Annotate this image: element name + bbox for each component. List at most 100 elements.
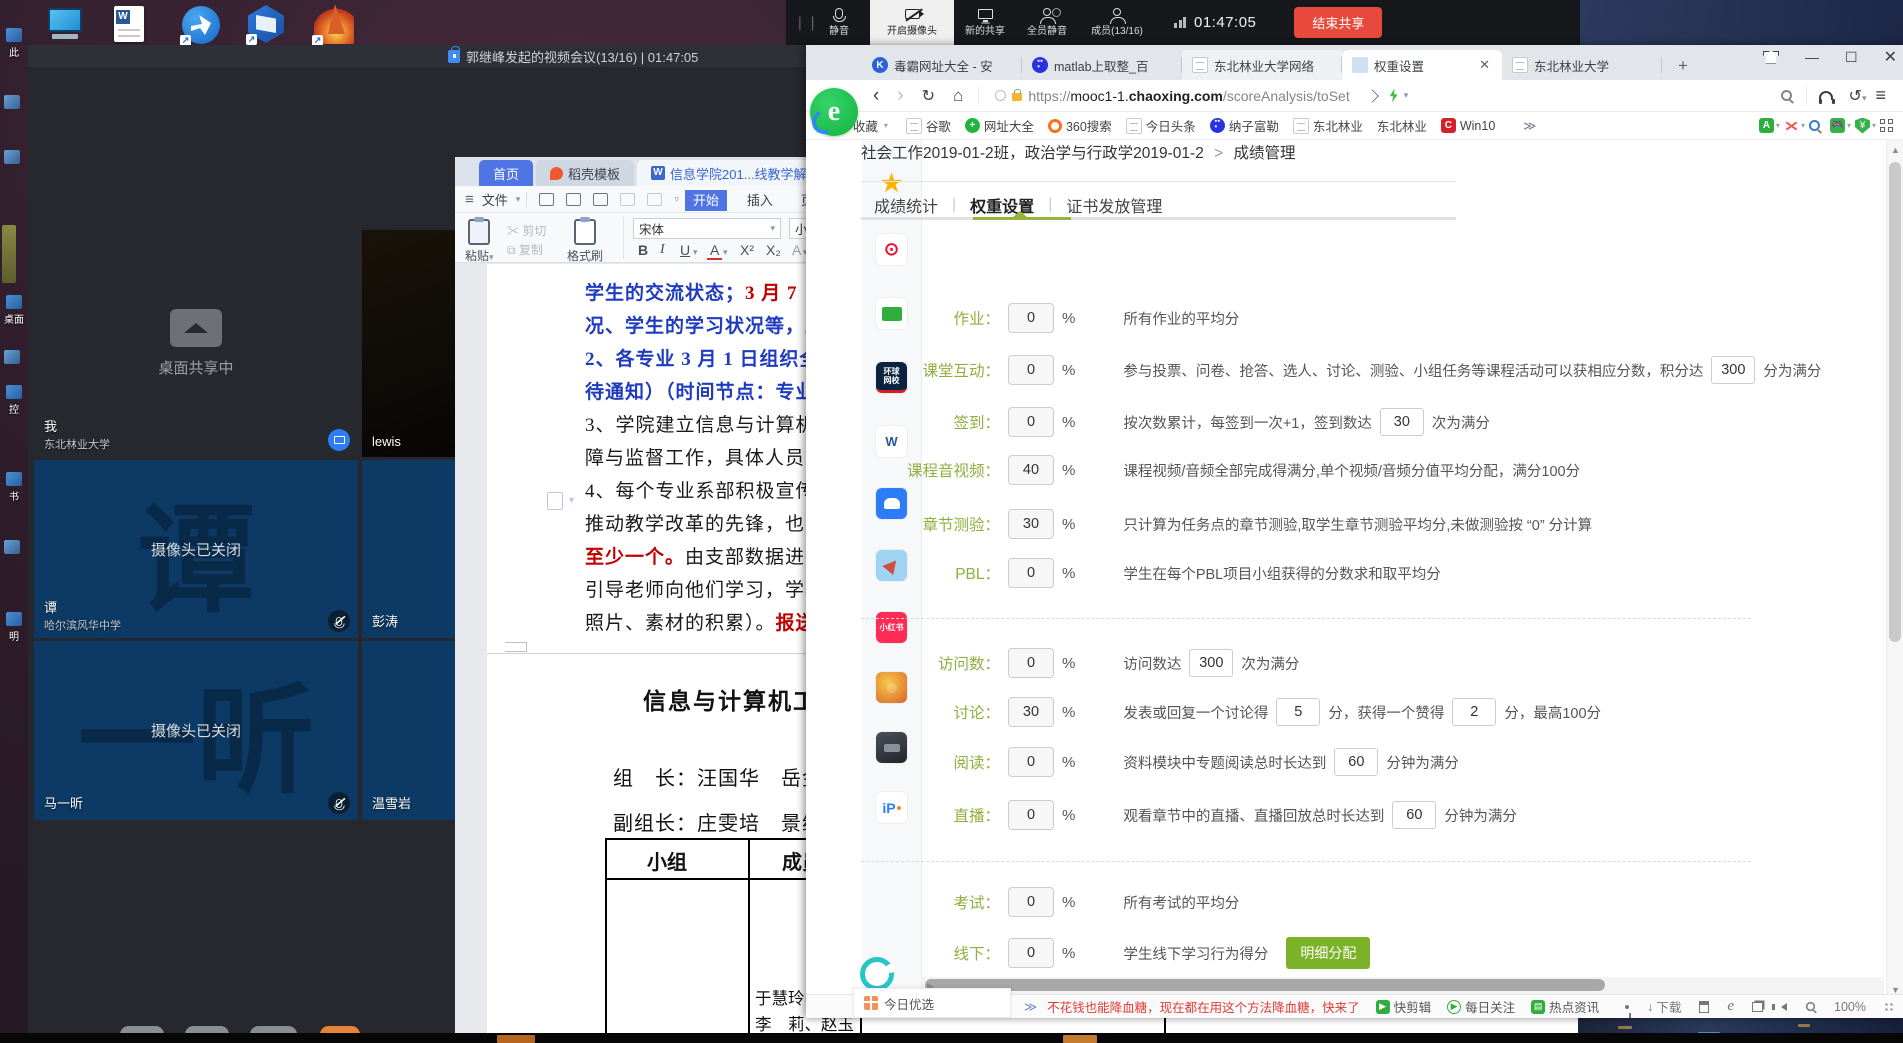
undo-icon[interactable] [620, 193, 635, 206]
weight-value-input[interactable]: 0 [1008, 648, 1054, 678]
desc-value-input[interactable]: 5 [1276, 698, 1320, 726]
desktop-icon-matlab[interactable]: ↗ [314, 4, 354, 44]
download-button[interactable]: ↓ 下载 [1638, 997, 1690, 1016]
weight-value-input[interactable]: 0 [1008, 800, 1054, 830]
bookmark-东北林业[interactable]: 东北林业 [1377, 116, 1427, 135]
close-button[interactable]: ✕ [1884, 47, 1897, 67]
print-icon[interactable] [566, 193, 581, 206]
score-tab-成绩统计[interactable]: 成绩统计 [874, 193, 938, 217]
desktop-icon-this-pc[interactable] [48, 8, 82, 39]
print-preview-icon[interactable] [593, 193, 608, 206]
bookmark-今日头条[interactable]: 今日头条 [1126, 116, 1196, 135]
wps-menu-file[interactable]: 文件 [474, 187, 516, 212]
forward-button[interactable]: › [888, 85, 912, 107]
paste-button[interactable]: 粘贴▾ [465, 219, 494, 264]
desktop-edge-icon[interactable]: 桌面 [1, 295, 27, 326]
bold-button[interactable]: B [635, 242, 651, 258]
font-family-select[interactable]: 宋体▾ [633, 218, 781, 239]
desktop-icon-word-document[interactable]: W [114, 6, 144, 42]
detail-allocate-button[interactable]: 明细分配 [1286, 937, 1370, 969]
search-extension-icon[interactable] [1809, 120, 1820, 131]
desktop-edge-icon[interactable]: 此 [1, 28, 27, 59]
copy-button[interactable]: ⧉ 复制 [507, 241, 543, 258]
desktop-edge-icon[interactable] [2, 225, 16, 283]
status-tool-快剪辑[interactable]: ▶快剪辑 [1376, 997, 1432, 1016]
desc-value-input[interactable]: 300 [1711, 356, 1755, 384]
vertical-scrollbar[interactable]: ▲ ▼ [1886, 140, 1903, 1000]
status-ad-link[interactable]: 不花钱也能降血糖，现在都在用这个方法降血糖，快来了 [1047, 997, 1360, 1016]
desktop-edge-icon[interactable]: 书 [1, 472, 27, 503]
weight-value-input[interactable]: 0 [1008, 558, 1054, 588]
share-page-icon[interactable] [1365, 89, 1379, 103]
bookmark-360搜索[interactable]: 360搜索 [1048, 116, 1112, 135]
save-icon[interactable] [539, 193, 554, 206]
zoom-search-icon[interactable] [1796, 1001, 1825, 1012]
status-tool-每日关注[interactable]: ▶每日关注 [1447, 997, 1515, 1016]
bookmark-谷歌[interactable]: 谷歌 [906, 116, 951, 135]
refresh-button[interactable]: ↻ [913, 86, 944, 106]
extensions-grid-icon[interactable] [1880, 119, 1893, 132]
bookmark-Win10[interactable]: CWin10 [1441, 118, 1495, 133]
browser-tab-3[interactable]: 东北林业大学网络 [1182, 50, 1342, 80]
video-tile-谭[interactable]: 谭摄像头已关闭谭哈尔滨风华中学 [34, 460, 358, 638]
new-tab-button[interactable]: + [1672, 56, 1694, 80]
xiaohongshu-icon[interactable]: 小红书 [876, 612, 907, 643]
taskbar-app-indicator[interactable] [1063, 1035, 1097, 1043]
desc-value-input[interactable]: 60 [1392, 801, 1436, 829]
headset-icon[interactable] [1819, 91, 1833, 100]
desktop-icon-app-blue-round[interactable]: ↗ [182, 6, 220, 44]
underline-button[interactable]: U [677, 242, 693, 258]
superscript-button[interactable]: X² [737, 242, 757, 258]
weight-value-input[interactable]: 0 [1008, 887, 1054, 917]
wallet-extension-icon[interactable]: ¥ [1855, 118, 1870, 134]
flag-icon[interactable] [1690, 1001, 1718, 1013]
video-tile-马一昕[interactable]: 一昕摄像头已关闭马一昕 [34, 641, 358, 820]
desc-value-input[interactable]: 60 [1334, 748, 1378, 776]
score-tab-证书发放管理[interactable]: 证书发放管理 [1066, 193, 1162, 217]
weight-value-input[interactable]: 0 [1008, 938, 1054, 968]
daily-deal-popup[interactable]: 今日优选 [853, 988, 1011, 1018]
back-button[interactable]: ‹ [864, 85, 888, 107]
desktop-edge-icon[interactable]: 控 [1, 385, 27, 416]
cut-button[interactable]: ✂ 剪切 [507, 222, 546, 239]
mute-all-button[interactable]: 全员静音 [1016, 0, 1078, 45]
home-button[interactable]: ⌂ [944, 86, 972, 106]
hamburger-icon[interactable]: ≡ [465, 191, 474, 208]
screenshot-extension-icon[interactable] [1784, 119, 1799, 133]
wps-menu-插入[interactable]: 插入 [739, 190, 781, 211]
browser-tab-4[interactable]: 权重设置✕ [1342, 50, 1502, 80]
weight-value-input[interactable]: 0 [1008, 407, 1054, 437]
browser-tab-1[interactable]: K毒霸网址大全 - 安 [862, 50, 1022, 80]
menu-icon[interactable]: ≡ [1866, 85, 1895, 106]
taskbar-app-indicator[interactable] [497, 1035, 535, 1043]
browser-tab-2[interactable]: ⠍matlab上取整_百 [1022, 50, 1182, 80]
desc-value-input[interactable]: 300 [1189, 649, 1233, 677]
desktop-edge-icon[interactable]: 明 [1, 612, 27, 643]
window-layout-icon[interactable] [1743, 1002, 1772, 1012]
weibo-icon[interactable]: ⊙ [876, 234, 907, 265]
video-tile-我[interactable]: 桌面共享中我东北林业大学 [34, 230, 358, 457]
ie-mode-icon[interactable]: e [1718, 998, 1743, 1015]
weight-value-input[interactable]: 40 [1008, 455, 1054, 485]
wps-tab-docer[interactable]: 稻壳模板 [536, 160, 634, 186]
weight-value-input[interactable]: 30 [1008, 509, 1054, 539]
search-icon[interactable] [1781, 90, 1792, 101]
desktop-edge-icon[interactable] [4, 150, 20, 164]
site-info-icon[interactable] [995, 90, 1006, 101]
horizontal-scrollbar[interactable]: ▶ [922, 977, 1884, 994]
end-share-button[interactable]: 结束共享 [1294, 7, 1382, 38]
desc-value-input[interactable]: 30 [1380, 408, 1424, 436]
speed-mode-icon[interactable] [1390, 89, 1398, 103]
wps-tab-home[interactable]: 首页 [479, 160, 533, 186]
tab-close-icon[interactable]: ✕ [1477, 57, 1492, 73]
desc-value-input[interactable]: 2 [1452, 698, 1496, 726]
italic-button[interactable]: I [657, 242, 668, 258]
toolbar-drag-grip[interactable]: ❘❘ [794, 14, 808, 31]
bookmark-纳子富勒[interactable]: ⠍纳子富勒 [1210, 116, 1279, 135]
desktop-edge-icon[interactable] [4, 540, 20, 554]
mute-button[interactable]: 静音 [808, 0, 870, 45]
chevron-down-icon[interactable]: ▾ [1404, 90, 1409, 101]
taskbar[interactable] [0, 1033, 1903, 1043]
redo-icon[interactable] [647, 193, 662, 206]
url-field[interactable]: https://mooc1-1.chaoxing.com/scoreAnalys… [985, 83, 1685, 109]
